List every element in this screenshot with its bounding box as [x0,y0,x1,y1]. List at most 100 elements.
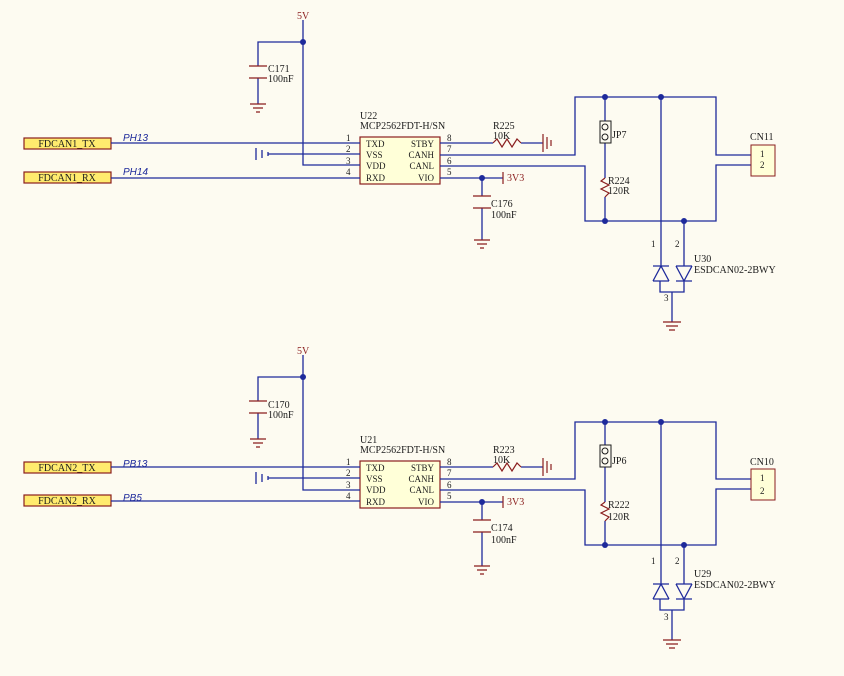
pin-num-4: 4 [346,167,351,177]
svg-text:1: 1 [760,473,765,483]
pin-stby: STBY [411,139,435,149]
pin-vdd: VDD [366,161,386,171]
junction [658,94,664,100]
pin-canh: CANH [408,150,434,160]
junction [602,542,608,548]
net-rx-label: PH14 [123,167,148,178]
esd-diode-array: 1 2 3 U29 ESDCAN02-2BWY [651,556,776,649]
pin-num-1: 1 [346,133,351,143]
svg-text:FDCAN1_RX: FDCAN1_RX [38,173,97,184]
pin-canl: CANL [410,161,435,171]
capacitor-top: C171 100nF [249,64,294,113]
svg-text:3V3: 3V3 [507,497,524,508]
svg-text:1: 1 [760,149,765,159]
port-rx[interactable]: FDCAN2_RX [23,494,112,507]
chip-part: MCP2562FDT-H/SN [360,445,445,456]
pin-vio: VIO [418,497,434,507]
pin-rxd: RXD [366,497,386,507]
pin-canh: CANH [408,474,434,484]
svg-text:10K: 10K [493,455,511,466]
port-tx[interactable]: FDCAN2_TX [23,461,112,474]
svg-text:C174: C174 [491,523,513,534]
pin-vss: VSS [366,150,383,160]
resistor-termination: R222 120R [599,500,630,523]
capacitor-bottom: C174 100nF [473,519,517,575]
svg-text:3: 3 [664,612,669,622]
resistor-stby: R225 10K [492,121,552,152]
junction [300,39,306,45]
svg-text:3V3: 3V3 [507,173,524,184]
svg-text:JP7: JP7 [612,130,626,141]
svg-text:ESDCAN02-2BWY: ESDCAN02-2BWY [694,580,776,591]
svg-text:CN10: CN10 [750,457,774,468]
junction [479,175,485,181]
junction [602,218,608,224]
net-rx-label: PB5 [123,493,142,504]
svg-text:1: 1 [651,556,656,566]
svg-text:JP6: JP6 [612,456,626,467]
junction [602,94,608,100]
net-tx-label: PB13 [123,459,148,470]
pin-num-1: 1 [346,457,351,467]
junction [479,499,485,505]
svg-text:FDCAN2_TX: FDCAN2_TX [38,463,96,474]
port-tx[interactable]: FDCAN1_TX [23,137,112,150]
connector[interactable]: CN10 1 2 [750,457,776,501]
svg-text:FDCAN1_TX: FDCAN1_TX [38,139,96,150]
svg-text:2: 2 [760,486,765,496]
svg-text:10K: 10K [493,131,511,142]
pin-num-8: 8 [447,133,452,143]
svg-text:2: 2 [675,239,680,249]
pin-txd: TXD [366,463,385,473]
vio-power-label: 3V3 [502,172,524,184]
connector[interactable]: CN11 1 2 [750,132,776,177]
svg-text:100nF: 100nF [491,210,517,221]
junction [658,419,664,425]
svg-text:2: 2 [760,160,765,170]
pin-num-3: 3 [346,480,351,490]
svg-text:ESDCAN02-2BWY: ESDCAN02-2BWY [694,265,776,276]
svg-text:CN11: CN11 [750,132,774,143]
junction [602,419,608,425]
capacitor-bottom: C176 100nF [473,195,517,249]
pin-vss: VSS [366,474,383,484]
svg-text:C176: C176 [491,199,513,210]
jumper[interactable]: JP6 [599,444,626,468]
channel-1: 5V PH13 PH14 FDCAN1_TX FDCAN1_RX U22 MCP… [23,11,776,331]
pin-num-6: 6 [447,156,452,166]
pin-rxd: RXD [366,173,386,183]
svg-text:120R: 120R [608,186,630,197]
can-transceiver-schematic: 5V PH13 PH14 FDCAN1_TX FDCAN1_RX U22 MCP… [23,11,776,649]
svg-text:100nF: 100nF [268,410,294,421]
svg-text:R222: R222 [608,500,630,511]
channel-2: 5V PB13 PB5 FDCAN2_TX FDCAN2_RX U21 MCP2… [23,346,776,649]
svg-text:1: 1 [651,239,656,249]
pin-num-2: 2 [346,468,351,478]
pin-num-2: 2 [346,144,351,154]
svg-text:3: 3 [664,293,669,303]
pin-canl: CANL [410,485,435,495]
pin-stby: STBY [411,463,435,473]
svg-text:U30: U30 [694,254,711,265]
svg-text:100nF: 100nF [268,74,294,85]
pin-num-4: 4 [346,491,351,501]
resistor-stby: R223 10K [492,445,552,476]
port-rx[interactable]: FDCAN1_RX [23,171,112,184]
pin-num-7: 7 [447,144,452,154]
pin-vio: VIO [418,173,434,183]
svg-text:U29: U29 [694,569,711,580]
svg-text:FDCAN2_RX: FDCAN2_RX [38,496,97,507]
pin-num-7: 7 [447,468,452,478]
jumper[interactable]: JP7 [599,120,626,144]
pin-vdd: VDD [366,485,386,495]
vio-power-label: 3V3 [502,496,524,508]
junction [681,218,687,224]
resistor-termination: R224 120R [599,176,630,198]
pin-num-8: 8 [447,457,452,467]
pin-num-5: 5 [447,491,452,501]
svg-text:120R: 120R [608,512,630,523]
pin-num-5: 5 [447,167,452,177]
svg-text:2: 2 [675,556,680,566]
svg-text:100nF: 100nF [491,535,517,546]
pin-num-6: 6 [447,480,452,490]
